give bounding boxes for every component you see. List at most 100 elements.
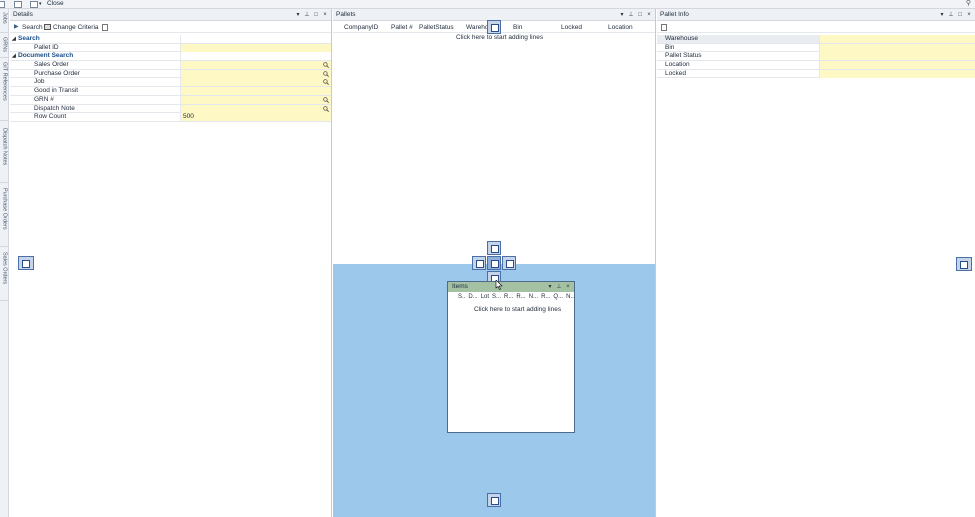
items-add-lines-hint[interactable]: Click here to start adding lines xyxy=(474,306,561,313)
dock-top-indicator[interactable] xyxy=(487,20,501,34)
items-floating-window[interactable]: Items ▾ ⊥ × S.. D... Lot S... R... R... … xyxy=(447,281,575,433)
close-icon[interactable]: × xyxy=(565,282,571,292)
side-tab-dispatch-notes[interactable]: Dispatch Notes xyxy=(0,127,9,183)
dock-left-button[interactable] xyxy=(18,256,34,270)
pin-icon[interactable]: ⊥ xyxy=(304,9,310,21)
dock-guide-right[interactable] xyxy=(502,256,516,270)
close-icon[interactable]: × xyxy=(322,9,328,21)
side-tab-grns[interactable]: GRNs xyxy=(0,36,9,58)
items-col[interactable]: R... xyxy=(516,294,525,300)
search-icon[interactable] xyxy=(323,70,329,77)
collapse-icon[interactable]: ◢ xyxy=(12,52,16,60)
pallet-info-panel: Pallet Info ▾ ⊥ □ × Warehouse Bin Pallet… xyxy=(657,9,975,517)
warehouse-label: Warehouse xyxy=(665,35,698,42)
items-col[interactable]: R... xyxy=(504,294,513,300)
dispatch-note-field[interactable] xyxy=(180,104,331,113)
items-title: Items xyxy=(452,283,468,290)
row-dispatch-note: Dispatch Note xyxy=(10,104,331,114)
items-col[interactable]: R... xyxy=(541,294,550,300)
col-company-id[interactable]: CompanyID xyxy=(344,23,378,32)
category-document-search[interactable]: ◢ Document Search xyxy=(10,52,331,62)
row-count-field[interactable]: 500 xyxy=(180,113,331,122)
search-icon[interactable] xyxy=(323,105,329,112)
change-criteria-button[interactable]: Change Criteria xyxy=(53,23,99,32)
maximize-icon[interactable]: □ xyxy=(957,9,963,21)
layout-dropdown-icon[interactable] xyxy=(30,1,38,8)
dropdown-icon[interactable]: ▾ xyxy=(547,282,553,292)
sales-order-label: Sales Order xyxy=(34,61,69,69)
row-row-count: Row Count 500 xyxy=(10,113,331,122)
grn-label: GRN # xyxy=(34,95,54,103)
dock-bottom-indicator[interactable] xyxy=(487,493,501,507)
pin-icon[interactable]: ⊥ xyxy=(628,9,634,21)
info-row-locked: Locked xyxy=(657,69,975,79)
pin-icon[interactable]: ⊥ xyxy=(556,282,562,292)
col-location[interactable]: Location xyxy=(608,23,633,32)
dock-guide-center[interactable] xyxy=(487,256,501,270)
pallet-info-title: Pallet Info xyxy=(660,11,689,18)
dropdown-icon[interactable]: ▾ xyxy=(939,9,945,21)
close-button[interactable]: Close xyxy=(47,0,64,8)
page-icon[interactable] xyxy=(0,1,5,8)
bin-field[interactable] xyxy=(819,43,975,52)
pallet-status-field[interactable] xyxy=(819,52,975,61)
side-tab-purchase-orders[interactable]: Purchase Orders xyxy=(0,187,9,247)
chevron-down-icon[interactable]: ▾ xyxy=(39,0,42,8)
collapse-icon[interactable]: ◢ xyxy=(12,35,16,43)
items-col[interactable]: N... xyxy=(529,294,538,300)
dropdown-icon[interactable]: ▾ xyxy=(295,9,301,21)
export-icon[interactable] xyxy=(102,24,108,31)
change-criteria-icon xyxy=(44,24,51,30)
side-tab-sales-orders[interactable]: Sales Orders xyxy=(0,251,9,301)
col-locked[interactable]: Locked xyxy=(561,23,582,32)
col-bin[interactable]: Bin xyxy=(513,23,522,32)
search-icon[interactable] xyxy=(323,79,329,86)
purchase-order-field[interactable] xyxy=(180,69,331,78)
row-count-label: Row Count xyxy=(34,113,67,121)
side-tab-git-references[interactable]: GIT References xyxy=(0,61,9,121)
pallet-id-field[interactable] xyxy=(180,43,331,52)
job-field[interactable] xyxy=(180,78,331,87)
items-col[interactable]: Lot xyxy=(481,294,489,300)
category-search[interactable]: ◢ Search xyxy=(10,35,331,44)
dock-guide-top[interactable] xyxy=(487,241,501,255)
category-document-label: Document Search xyxy=(18,52,74,60)
maximize-icon[interactable]: □ xyxy=(313,9,319,21)
items-column-headers: S.. D... Lot S... R... R... N... R... Q.… xyxy=(458,294,575,300)
locked-field[interactable] xyxy=(819,69,975,78)
sales-order-field[interactable] xyxy=(180,61,331,70)
dock-guide-left[interactable] xyxy=(472,256,486,270)
items-col[interactable]: S.. xyxy=(458,294,465,300)
location-field[interactable] xyxy=(819,61,975,70)
pin-icon[interactable]: ⊥ xyxy=(948,9,954,21)
row-grn: GRN # xyxy=(10,95,331,105)
grid-icon[interactable] xyxy=(14,1,22,8)
search-button[interactable]: Search xyxy=(22,23,43,32)
row-good-in-transit: Good in Transit xyxy=(10,87,331,96)
row-sales-order: Sales Order xyxy=(10,61,331,70)
warehouse-field[interactable] xyxy=(819,35,975,43)
play-icon[interactable]: ▶ xyxy=(14,23,19,30)
pin-icon[interactable]: ⚲ xyxy=(966,0,971,8)
export-icon[interactable] xyxy=(661,24,667,31)
search-icon[interactable] xyxy=(323,97,329,103)
col-warehouse[interactable]: Wareho xyxy=(466,23,489,32)
col-pallet-status[interactable]: PalletStatus xyxy=(419,23,454,32)
items-header[interactable]: Items ▾ ⊥ × xyxy=(448,282,574,292)
col-pallet-number[interactable]: Pallet # xyxy=(391,23,413,32)
dropdown-icon[interactable]: ▾ xyxy=(619,9,625,21)
items-col[interactable]: D... xyxy=(468,294,477,300)
items-col[interactable]: S... xyxy=(492,294,501,300)
dock-right-button[interactable] xyxy=(956,257,972,271)
close-icon[interactable]: × xyxy=(966,9,972,21)
add-lines-hint[interactable]: Click here to start adding lines xyxy=(456,34,543,41)
search-icon[interactable] xyxy=(323,62,329,69)
row-purchase-order: Purchase Order xyxy=(10,69,331,79)
close-icon[interactable]: × xyxy=(646,9,652,21)
good-in-transit-field[interactable] xyxy=(180,87,331,96)
items-col[interactable]: N... xyxy=(566,294,575,300)
grn-field[interactable] xyxy=(180,95,331,104)
side-tab-jobs[interactable]: Jobs xyxy=(0,11,9,33)
items-col[interactable]: Q... xyxy=(553,294,563,300)
maximize-icon[interactable]: □ xyxy=(637,9,643,21)
